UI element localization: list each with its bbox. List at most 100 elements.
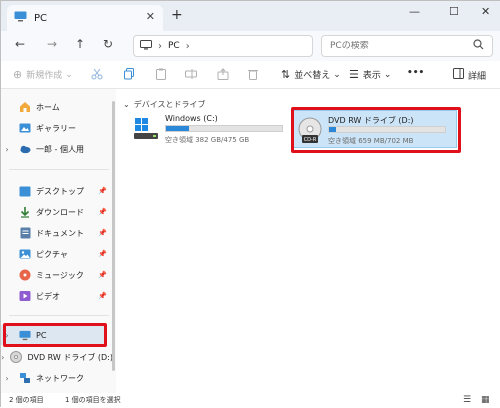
pin-icon[interactable]: 📌 — [98, 187, 107, 195]
sidebar-item-music[interactable]: ミュージック 📌 — [1, 265, 113, 285]
chevron-down-icon: ⌄ — [65, 69, 73, 80]
drive-size: 空き領域 382 GB/475 GB — [165, 136, 250, 144]
file-explorer-window: PC ✕ + — ☐ ✕ ← → ↑ ↻ › PC › ⊕ — [0, 0, 500, 408]
cloud-icon — [19, 143, 31, 155]
pc-icon — [140, 39, 152, 53]
sidebar-item-label: 一郎 - 個人用 — [36, 144, 84, 154]
forward-button[interactable]: → — [43, 37, 61, 51]
sidebar-item-label: ビデオ — [36, 291, 60, 301]
sidebar-item-documents[interactable]: ドキュメント 📌 — [1, 223, 113, 243]
drive-name: Windows (C:) — [165, 114, 218, 123]
chevron-right-icon[interactable]: › — [1, 145, 13, 154]
new-button[interactable]: ⊕ 新規作成 ⌄ — [13, 68, 73, 81]
view-icon: ☰ — [349, 68, 359, 81]
details-pane-icon — [453, 68, 464, 82]
drive-usage-bar — [165, 125, 283, 132]
pin-icon[interactable]: 📌 — [98, 292, 107, 300]
pin-icon[interactable]: 📌 — [98, 229, 107, 237]
item-count: 2 個の項目 — [9, 396, 44, 404]
sidebar-item-home[interactable]: ホーム — [1, 97, 113, 117]
video-icon — [19, 290, 31, 302]
status-bar: 2 個の項目 1 個の項目を選択 ☰ ▦ — [1, 393, 500, 408]
sidebar-item-label: ギャラリー — [36, 123, 76, 133]
maximize-button[interactable]: ☐ — [449, 5, 459, 18]
new-tab-button[interactable]: + — [171, 7, 183, 23]
music-icon — [19, 269, 31, 281]
pin-icon[interactable]: 📌 — [98, 250, 107, 258]
details-button[interactable]: 詳細 — [453, 68, 486, 82]
drive-c[interactable]: Windows (C:) 空き領域 382 GB/475 GB — [131, 114, 291, 146]
search-box[interactable] — [321, 35, 493, 57]
copy-icon[interactable] — [123, 68, 135, 80]
sidebar-item-label: DVD RW ドライブ (D:) — [27, 352, 113, 362]
title-bar: PC ✕ + — ☐ ✕ — [1, 1, 500, 31]
sidebar-item-label: デスクトップ — [36, 186, 84, 196]
dvd-icon — [10, 351, 23, 363]
group-header-label: デバイスとドライブ — [133, 100, 206, 109]
pin-icon[interactable]: 📌 — [98, 271, 107, 279]
sidebar-scrollbar[interactable] — [112, 101, 115, 371]
address-separator: › — [158, 40, 162, 52]
sidebar-item-pictures[interactable]: ピクチャ 📌 — [1, 244, 113, 264]
chevron-right-icon[interactable]: › — [1, 353, 4, 362]
network-icon — [19, 372, 31, 384]
sidebar-item-label: ピクチャ — [36, 249, 68, 259]
up-button[interactable]: ↑ — [71, 37, 89, 51]
view-button[interactable]: ☰ 表示 ⌄ — [349, 68, 391, 81]
refresh-button[interactable]: ↻ — [99, 37, 117, 51]
tab-close-icon[interactable]: ✕ — [146, 10, 155, 23]
view-label: 表示 — [362, 71, 381, 81]
sort-button[interactable]: ⇅ 並べ替え ⌄ — [281, 68, 341, 81]
close-button[interactable]: ✕ — [481, 5, 490, 18]
search-icon — [473, 39, 484, 53]
sidebar-divider — [9, 315, 109, 316]
search-input[interactable] — [330, 41, 470, 51]
address-bar[interactable]: › PC › — [133, 35, 313, 57]
tiles-view-icon[interactable]: ▦ — [481, 395, 490, 405]
selected-count: 1 個の項目を選択 — [65, 396, 121, 404]
windows-drive-icon — [133, 116, 159, 142]
navigation-pane: ホーム ギャラリー › 一郎 - 個人用 デスクトップ 📌 ダウンロード 📌 ド… — [1, 89, 116, 393]
pin-icon[interactable]: 📌 — [98, 208, 107, 216]
sidebar-item-dvd-drive[interactable]: › DVD RW ドライブ (D:) — [1, 347, 113, 367]
home-icon — [19, 101, 31, 113]
sidebar-item-videos[interactable]: ビデオ 📌 — [1, 286, 113, 306]
download-icon — [19, 206, 31, 218]
cut-icon[interactable] — [91, 68, 103, 80]
chevron-down-icon: ⌄ — [123, 100, 130, 109]
sidebar-divider — [9, 169, 109, 170]
breadcrumb-pc[interactable]: PC — [168, 41, 180, 51]
details-view-icon[interactable]: ☰ — [463, 395, 471, 405]
sidebar-item-downloads[interactable]: ダウンロード 📌 — [1, 202, 113, 222]
sidebar-item-onedrive[interactable]: › 一郎 - 個人用 — [1, 139, 113, 159]
share-icon[interactable] — [217, 68, 229, 80]
highlight-box — [291, 107, 461, 153]
sidebar-item-label: ドキュメント — [36, 228, 84, 238]
sidebar-item-label: ダウンロード — [36, 207, 84, 217]
chevron-right-icon[interactable]: › — [1, 374, 13, 383]
sort-label: 並べ替え — [294, 71, 331, 81]
paste-icon[interactable] — [155, 68, 167, 80]
command-bar: ⊕ 新規作成 ⌄ ⇅ 並べ替え ⌄ ☰ 表示 ⌄ ••• 詳細 — [1, 61, 500, 89]
sidebar-item-network[interactable]: › ネットワーク — [1, 368, 113, 388]
drive-usage-fill — [166, 126, 189, 131]
address-separator-end[interactable]: › — [186, 41, 190, 52]
pc-icon — [14, 11, 27, 25]
tab-title: PC — [34, 12, 48, 24]
group-header[interactable]: ⌄ デバイスとドライブ — [123, 99, 205, 110]
rename-icon[interactable] — [185, 68, 197, 80]
sort-icon: ⇅ — [281, 68, 291, 81]
tab-pc[interactable]: PC ✕ — [7, 5, 163, 31]
delete-icon[interactable] — [247, 68, 259, 80]
sidebar-item-desktop[interactable]: デスクトップ 📌 — [1, 181, 113, 201]
chevron-down-icon: ⌄ — [333, 69, 341, 80]
document-icon — [19, 227, 31, 239]
new-label: 新規作成 — [26, 71, 63, 81]
pictures-icon — [19, 248, 31, 260]
minimize-button[interactable]: — — [409, 5, 420, 18]
back-button[interactable]: ← — [11, 37, 29, 51]
plus-circle-icon: ⊕ — [13, 68, 23, 81]
desktop-icon — [19, 185, 31, 197]
more-options-button[interactable]: ••• — [407, 68, 424, 78]
sidebar-item-gallery[interactable]: ギャラリー — [1, 118, 113, 138]
